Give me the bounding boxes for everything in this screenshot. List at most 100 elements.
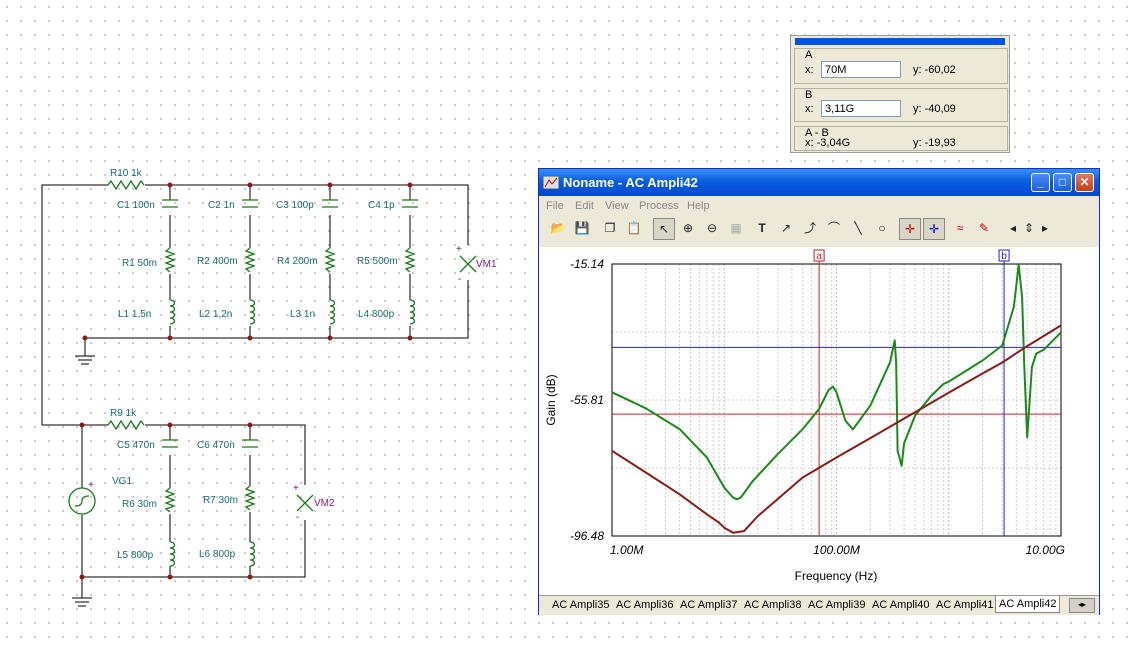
close-icon: ✕ bbox=[1079, 175, 1090, 189]
label-vg1: VG1 bbox=[112, 476, 132, 487]
tab-ac-ampli38[interactable]: AC Ampli38 bbox=[741, 597, 804, 613]
cursor-a-x-input[interactable] bbox=[821, 61, 901, 78]
tab-ac-ampli37[interactable]: AC Ampli37 bbox=[677, 597, 740, 613]
menu-edit[interactable]: Edit bbox=[575, 200, 594, 212]
maximize-button[interactable]: □ bbox=[1053, 173, 1072, 192]
wire-top-rail bbox=[145, 184, 469, 245]
junction-nodes bbox=[79, 182, 413, 580]
curve-label-button[interactable]: ↗ bbox=[775, 218, 797, 240]
label-c1: C1 100n bbox=[117, 200, 155, 211]
save-button[interactable]: 💾 bbox=[571, 218, 593, 240]
tab-ac-ampli41[interactable]: AC Ampli41 bbox=[933, 597, 996, 613]
cursor-b-button[interactable]: ✛ bbox=[923, 218, 945, 240]
close-button[interactable]: ✕ bbox=[1075, 173, 1094, 192]
cursor-a-button[interactable]: ✛ bbox=[899, 218, 921, 240]
zoom-out-button[interactable]: ⊖ bbox=[701, 218, 723, 240]
curve-label3-icon: ⌒ bbox=[827, 221, 840, 235]
label-c3: C3 100p bbox=[276, 200, 314, 211]
tab-ac-ampli39[interactable]: AC Ampli39 bbox=[805, 597, 868, 613]
signal-generator-vg1[interactable] bbox=[68, 487, 96, 515]
plot-area[interactable]: ab -15.14 -55.81 -96.48 1.00M 100.00M 10.00G … bbox=[539, 247, 1099, 595]
window-titlebar[interactable]: Noname - AC Ampli42 _ □ ✕ bbox=[539, 169, 1099, 196]
open-folder-icon: 📂 bbox=[550, 221, 566, 235]
cursor-b-group: B x: y: -40,09 bbox=[794, 88, 1008, 122]
line-tool-button[interactable]: ╲ bbox=[847, 218, 869, 240]
nav-right-button[interactable]: ▸ bbox=[1037, 218, 1053, 240]
cursor-b-x-input[interactable] bbox=[821, 100, 901, 117]
cursor-panel-titlebar[interactable] bbox=[795, 38, 1005, 45]
analysis-tabbar: AC Ampli35 AC Ampli36 AC Ampli37 AC Ampl… bbox=[539, 595, 1099, 615]
text-tool-button[interactable]: T bbox=[751, 218, 773, 240]
probe-button[interactable]: ✎ bbox=[973, 218, 995, 240]
nav-left-icon: ◂ bbox=[1009, 221, 1017, 235]
nav-left-button[interactable]: ◂ bbox=[1005, 218, 1021, 240]
resistor-r10[interactable] bbox=[107, 179, 145, 191]
label-l1: L1 1,5n bbox=[118, 309, 151, 320]
menu-help[interactable]: Help bbox=[687, 200, 710, 212]
label-l3: L3 1n bbox=[290, 309, 315, 320]
menu-view[interactable]: View bbox=[605, 200, 629, 212]
pointer-icon: ↖ bbox=[658, 222, 670, 236]
copy-icon: ❐ bbox=[604, 221, 616, 235]
paste-button[interactable]: 📋 bbox=[623, 218, 645, 240]
voltmeter-vm1[interactable]: + - bbox=[456, 244, 477, 285]
tab-ac-ampli42[interactable]: AC Ampli42 bbox=[995, 596, 1061, 613]
label-r1: R1 50m bbox=[122, 258, 157, 269]
label-c2: C2 1n bbox=[208, 200, 235, 211]
cursor-b-label: B bbox=[805, 89, 813, 101]
ground-symbol-2 bbox=[72, 597, 92, 607]
label-vm2: VM2 bbox=[314, 498, 335, 509]
tab-ac-ampli35[interactable]: AC Ampli35 bbox=[549, 597, 612, 613]
zoom-in-button[interactable]: ⊕ bbox=[677, 218, 699, 240]
cursor-readout-panel: A x: y: -60,02 B x: y: -40,09 A - B x: -… bbox=[790, 35, 1010, 153]
pointer-tool-button[interactable]: ↖ bbox=[653, 218, 675, 240]
minimize-icon: _ bbox=[1037, 175, 1044, 189]
maximize-icon: □ bbox=[1058, 175, 1067, 189]
nav-updown-button[interactable]: ⇕ bbox=[1021, 218, 1037, 240]
zoom-in-icon: ⊕ bbox=[682, 221, 694, 235]
toolbar: 📂 💾 ❐ 📋 ↖ ⊕ ⊖ ▦ T ↗ ⤴ ⌒ ╲ ○ ✛ ✛ ≈ ✎ ◂ ⇕ … bbox=[543, 218, 1095, 244]
curve-label2-button[interactable]: ⤴ bbox=[799, 218, 821, 240]
label-c4: C4 1p bbox=[368, 200, 395, 211]
cursor-a-label: A bbox=[805, 49, 813, 61]
label-r6: R6 30m bbox=[122, 499, 157, 510]
x-tick-label: 1.00M bbox=[610, 543, 643, 557]
grid-button[interactable]: ▦ bbox=[725, 218, 747, 240]
cursor-ab-group: A - B x: -3,04G y: -19,93 bbox=[794, 126, 1008, 151]
gain-chart[interactable]: ab -15.14-55.81-96.481.00M 100.00M 10.00G … bbox=[539, 247, 1099, 595]
window-title: Noname - AC Ampli42 bbox=[563, 175, 698, 190]
grid-icon: ▦ bbox=[730, 221, 742, 235]
add-curve-button[interactable]: ≈ bbox=[949, 218, 971, 240]
voltmeter-vm2[interactable]: + - bbox=[293, 483, 314, 523]
curve-label2-icon: ⤴ bbox=[803, 221, 816, 235]
tab-ac-ampli36[interactable]: AC Ampli36 bbox=[613, 597, 676, 613]
tab-scroll-buttons[interactable]: ◂▸ bbox=[1069, 598, 1095, 613]
y-tick-label: -55.81 bbox=[570, 393, 604, 407]
branch-c1-r1-l1[interactable] bbox=[162, 185, 178, 338]
branch-c4-r5-l4[interactable] bbox=[402, 185, 418, 338]
cursor-ab-x-value: x: -3,04G bbox=[805, 137, 851, 149]
schematic-canvas[interactable]: R10 1k R9 1k C1 100n C2 1n C3 100p C4 1p… bbox=[0, 0, 540, 650]
resistor-r9[interactable] bbox=[107, 419, 145, 431]
x-tick-label: 100.00M bbox=[813, 543, 860, 557]
cursor-a-x-label: x: bbox=[805, 64, 814, 76]
label-c6: C6 470n bbox=[197, 440, 235, 451]
copy-button[interactable]: ❐ bbox=[599, 218, 621, 240]
minimize-button[interactable]: _ bbox=[1031, 173, 1050, 192]
open-button[interactable]: 📂 bbox=[547, 218, 569, 240]
curve-label3-button[interactable]: ⌒ bbox=[823, 218, 845, 240]
y-tick-label: -96.48 bbox=[570, 529, 604, 543]
tab-ac-ampli40[interactable]: AC Ampli40 bbox=[869, 597, 932, 613]
branch-c2-r2-l2[interactable] bbox=[242, 185, 258, 338]
label-vm1: VM1 bbox=[476, 259, 497, 270]
ellipse-tool-button[interactable]: ○ bbox=[871, 218, 893, 240]
label-r5: R5 500m bbox=[357, 256, 398, 267]
cursor-b-x-label: x: bbox=[805, 103, 814, 115]
cursor-b-icon: ✛ bbox=[928, 222, 940, 236]
menu-file[interactable]: File bbox=[546, 200, 564, 212]
branch-c6-r7-l6[interactable] bbox=[242, 425, 258, 577]
branch-c3-r4-l3[interactable] bbox=[322, 185, 338, 338]
menu-process[interactable]: Process bbox=[639, 200, 679, 212]
ac-analysis-window: Noname - AC Ampli42 _ □ ✕ File Edit View… bbox=[538, 168, 1100, 615]
branch-c5-r6-l5[interactable] bbox=[162, 425, 178, 577]
